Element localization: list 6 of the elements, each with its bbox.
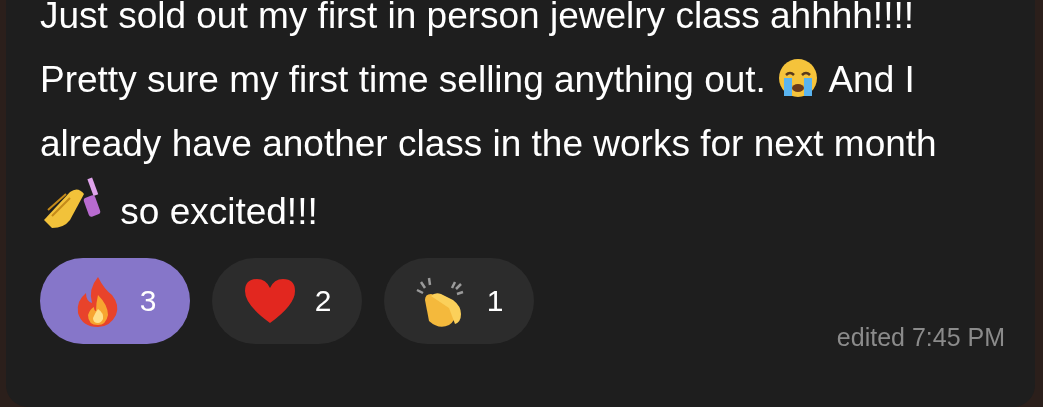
heart-icon bbox=[242, 277, 297, 325]
reaction-button[interactable]: 2 bbox=[212, 258, 362, 344]
reaction-button[interactable]: 3 bbox=[40, 258, 190, 344]
edited-timestamp: edited 7:45 PM bbox=[836, 323, 1005, 352]
message-text: Just sold out my first in person jewelry class ahhhh!!!! Pretty sure my first time selling anything out. And I already have another class in the works for next month so excited!!! bbox=[40, 0, 938, 234]
reaction-button[interactable]: 1 bbox=[384, 258, 534, 344]
